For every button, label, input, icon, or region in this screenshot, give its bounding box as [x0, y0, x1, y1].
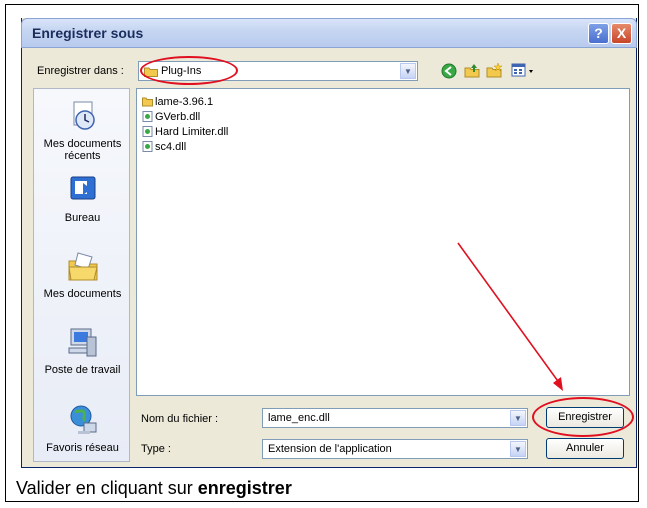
caption-text: Valider en cliquant sur enregistrer — [16, 478, 292, 498]
annotation-arrow — [457, 242, 563, 391]
caption-emphasis: enregistrer — [197, 478, 292, 498]
